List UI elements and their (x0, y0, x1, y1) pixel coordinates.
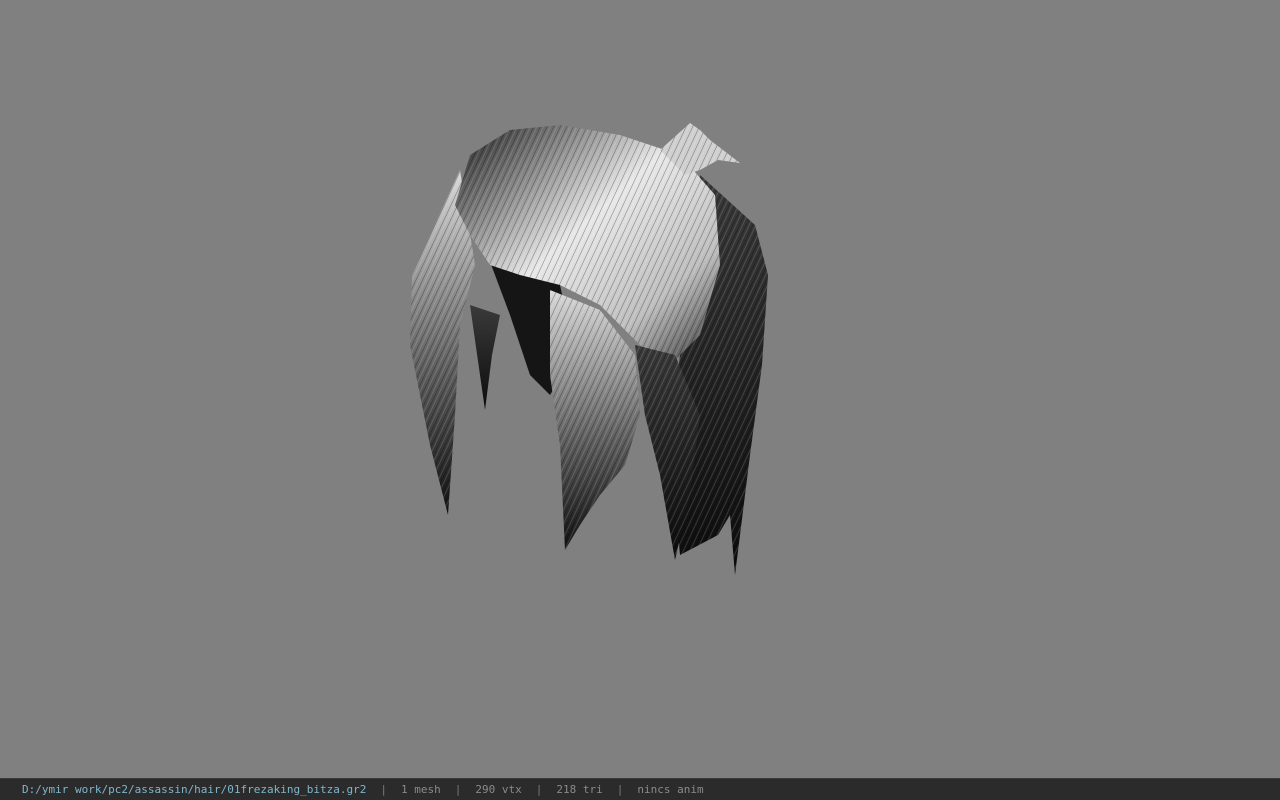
animation-status-label: nincs anim (637, 783, 704, 796)
separator: | (616, 783, 624, 796)
separator: | (380, 783, 387, 796)
vertex-count-label: 290 vtx (475, 783, 522, 796)
separator: | (535, 783, 543, 796)
3d-viewport[interactable] (0, 0, 1280, 778)
hair-model-render (410, 123, 768, 575)
status-bar: D:/ymir work/pc2/assassin/hair/01frezaki… (0, 778, 1280, 800)
mesh-count-label: 1 mesh (401, 783, 441, 796)
separator: | (454, 783, 462, 796)
file-path-label: D:/ymir work/pc2/assassin/hair/01frezaki… (22, 783, 367, 796)
triangle-count-label: 218 tri (556, 783, 603, 796)
